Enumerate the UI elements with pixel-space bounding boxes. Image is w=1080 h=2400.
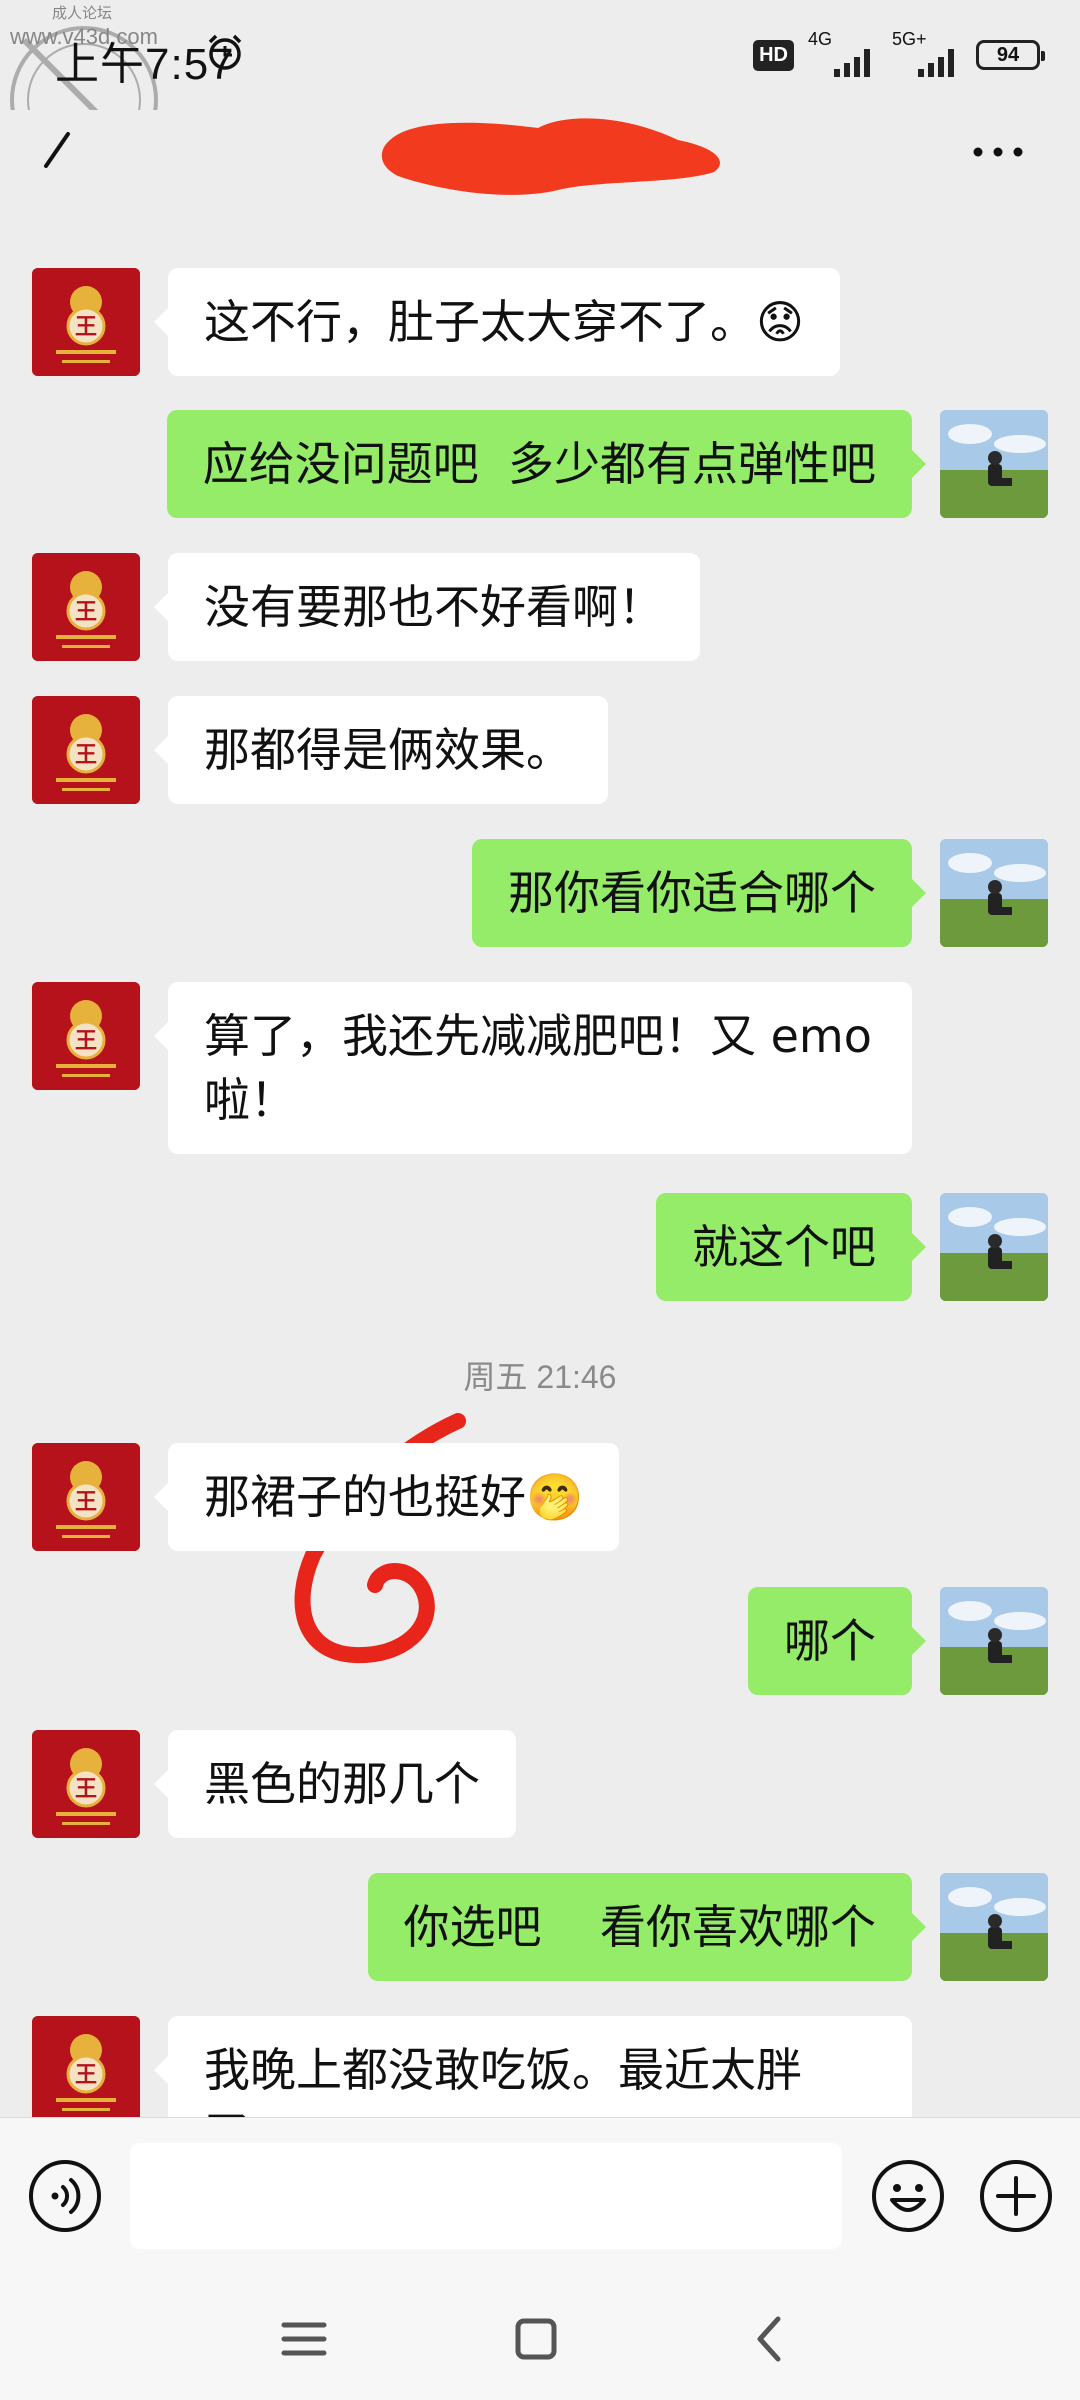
message-bubble-me[interactable]: 你选吧 看你喜欢哪个 (367, 1873, 926, 1981)
my-avatar-image (940, 839, 1048, 947)
message-timestamp: 周五 21:46 (463, 1359, 617, 1395)
peer-avatar[interactable]: 王 (32, 696, 140, 804)
peer-avatar[interactable]: 王 (32, 268, 140, 376)
signal-4g-label: 4G (808, 29, 833, 49)
back-icon[interactable] (38, 128, 78, 178)
message-bubble-peer[interactable]: 算了，我还先减减肥吧！又 emo 啦！ (154, 982, 912, 1154)
message-bubble-peer[interactable]: 那裙子的也挺好🤭 (153, 1443, 620, 1551)
message-bubble-me[interactable]: 那你看你适合哪个 (472, 839, 926, 947)
watermark-top-text: 成人论坛 (52, 4, 113, 22)
more-icon[interactable] (968, 140, 1028, 164)
status-indicators: HD 4G 5G+ 94 (753, 29, 1045, 80)
peer-avatar-image: 王 (32, 268, 140, 376)
message-bubble-me[interactable]: 应给没问题吧 多少都有点弹性吧 (166, 410, 927, 518)
message-bubble-peer[interactable]: 黑色的那几个 (154, 1730, 516, 1838)
peer-avatar[interactable]: 王 (32, 982, 140, 1090)
peer-avatar[interactable]: 王 (32, 553, 140, 661)
system-navigation-bar (0, 2277, 1080, 2400)
message-bubble-peer[interactable]: 那都得是俩效果。 (154, 696, 608, 804)
signal-4g: 4G (808, 29, 878, 77)
avatar-glyph: 王 (75, 1777, 97, 1802)
alarm-icon (208, 34, 242, 70)
emoji-icon[interactable] (870, 2158, 946, 2234)
message-input[interactable] (130, 2143, 842, 2249)
battery-level: 94 (996, 43, 1020, 66)
signal-icon (834, 49, 870, 77)
chat-area[interactable]: 王 这不行，肚子太大穿不了。😟 应给没问题吧 多少都有点弹性吧 王 没有要那也不… (0, 215, 1080, 2117)
avatar-glyph: 王 (75, 743, 97, 768)
peer-avatar-image: 王 (32, 1443, 140, 1551)
voice-icon[interactable] (27, 2158, 103, 2234)
message-bubble-peer[interactable]: 这不行，肚子太大穿不了。😟 (154, 268, 840, 376)
chat-header (0, 110, 1080, 215)
message-bubble-me[interactable]: 就这个吧 (656, 1193, 926, 1301)
peer-avatar-image: 王 (32, 553, 140, 661)
peer-avatar-image: 王 (32, 982, 140, 1090)
my-avatar-image (940, 1193, 1048, 1301)
my-avatar[interactable] (940, 1193, 1048, 1301)
peer-avatar[interactable]: 王 (32, 1443, 140, 1551)
avatar-glyph: 王 (75, 600, 97, 625)
battery-icon: 94 (976, 40, 1045, 70)
input-bar (0, 2117, 1080, 2277)
message-bubble-me[interactable]: 哪个 (748, 1587, 926, 1695)
plus-icon[interactable] (978, 2158, 1054, 2234)
peer-avatar[interactable]: 王 (32, 1730, 140, 1838)
my-avatar[interactable] (940, 839, 1048, 947)
peer-avatar[interactable]: 王 (32, 2016, 140, 2117)
my-avatar-image (940, 1587, 1048, 1695)
menu-icon[interactable] (274, 2309, 334, 2369)
my-avatar[interactable] (940, 410, 1048, 518)
avatar-glyph: 王 (75, 315, 97, 340)
signal-icon (918, 49, 954, 77)
peer-avatar-image: 王 (32, 2016, 140, 2117)
my-avatar[interactable] (940, 1873, 1048, 1981)
avatar-glyph: 王 (75, 1490, 97, 1515)
peer-avatar-image: 王 (32, 1730, 140, 1838)
message-bubble-peer[interactable]: 我晚上都没敢吃饭。最近太胖了。 (154, 2016, 912, 2117)
back-nav-icon[interactable] (740, 2309, 800, 2369)
peer-avatar-image: 王 (32, 696, 140, 804)
my-avatar-image (940, 410, 1048, 518)
signal-5g: 5G+ (892, 29, 962, 77)
hd-badge: HD (753, 39, 794, 71)
status-bar: 成人论坛 www.v43d.com 上午7:57 HD 4G 5G+ 94 (0, 0, 1080, 174)
my-avatar[interactable] (940, 1587, 1048, 1695)
redacted-contact-name (381, 118, 720, 195)
message-bubble-peer[interactable]: 没有要那也不好看啊！ (154, 553, 700, 661)
home-icon[interactable] (506, 2309, 566, 2369)
avatar-glyph: 王 (75, 1029, 97, 1054)
my-avatar-image (940, 1873, 1048, 1981)
avatar-glyph: 王 (75, 2063, 97, 2088)
